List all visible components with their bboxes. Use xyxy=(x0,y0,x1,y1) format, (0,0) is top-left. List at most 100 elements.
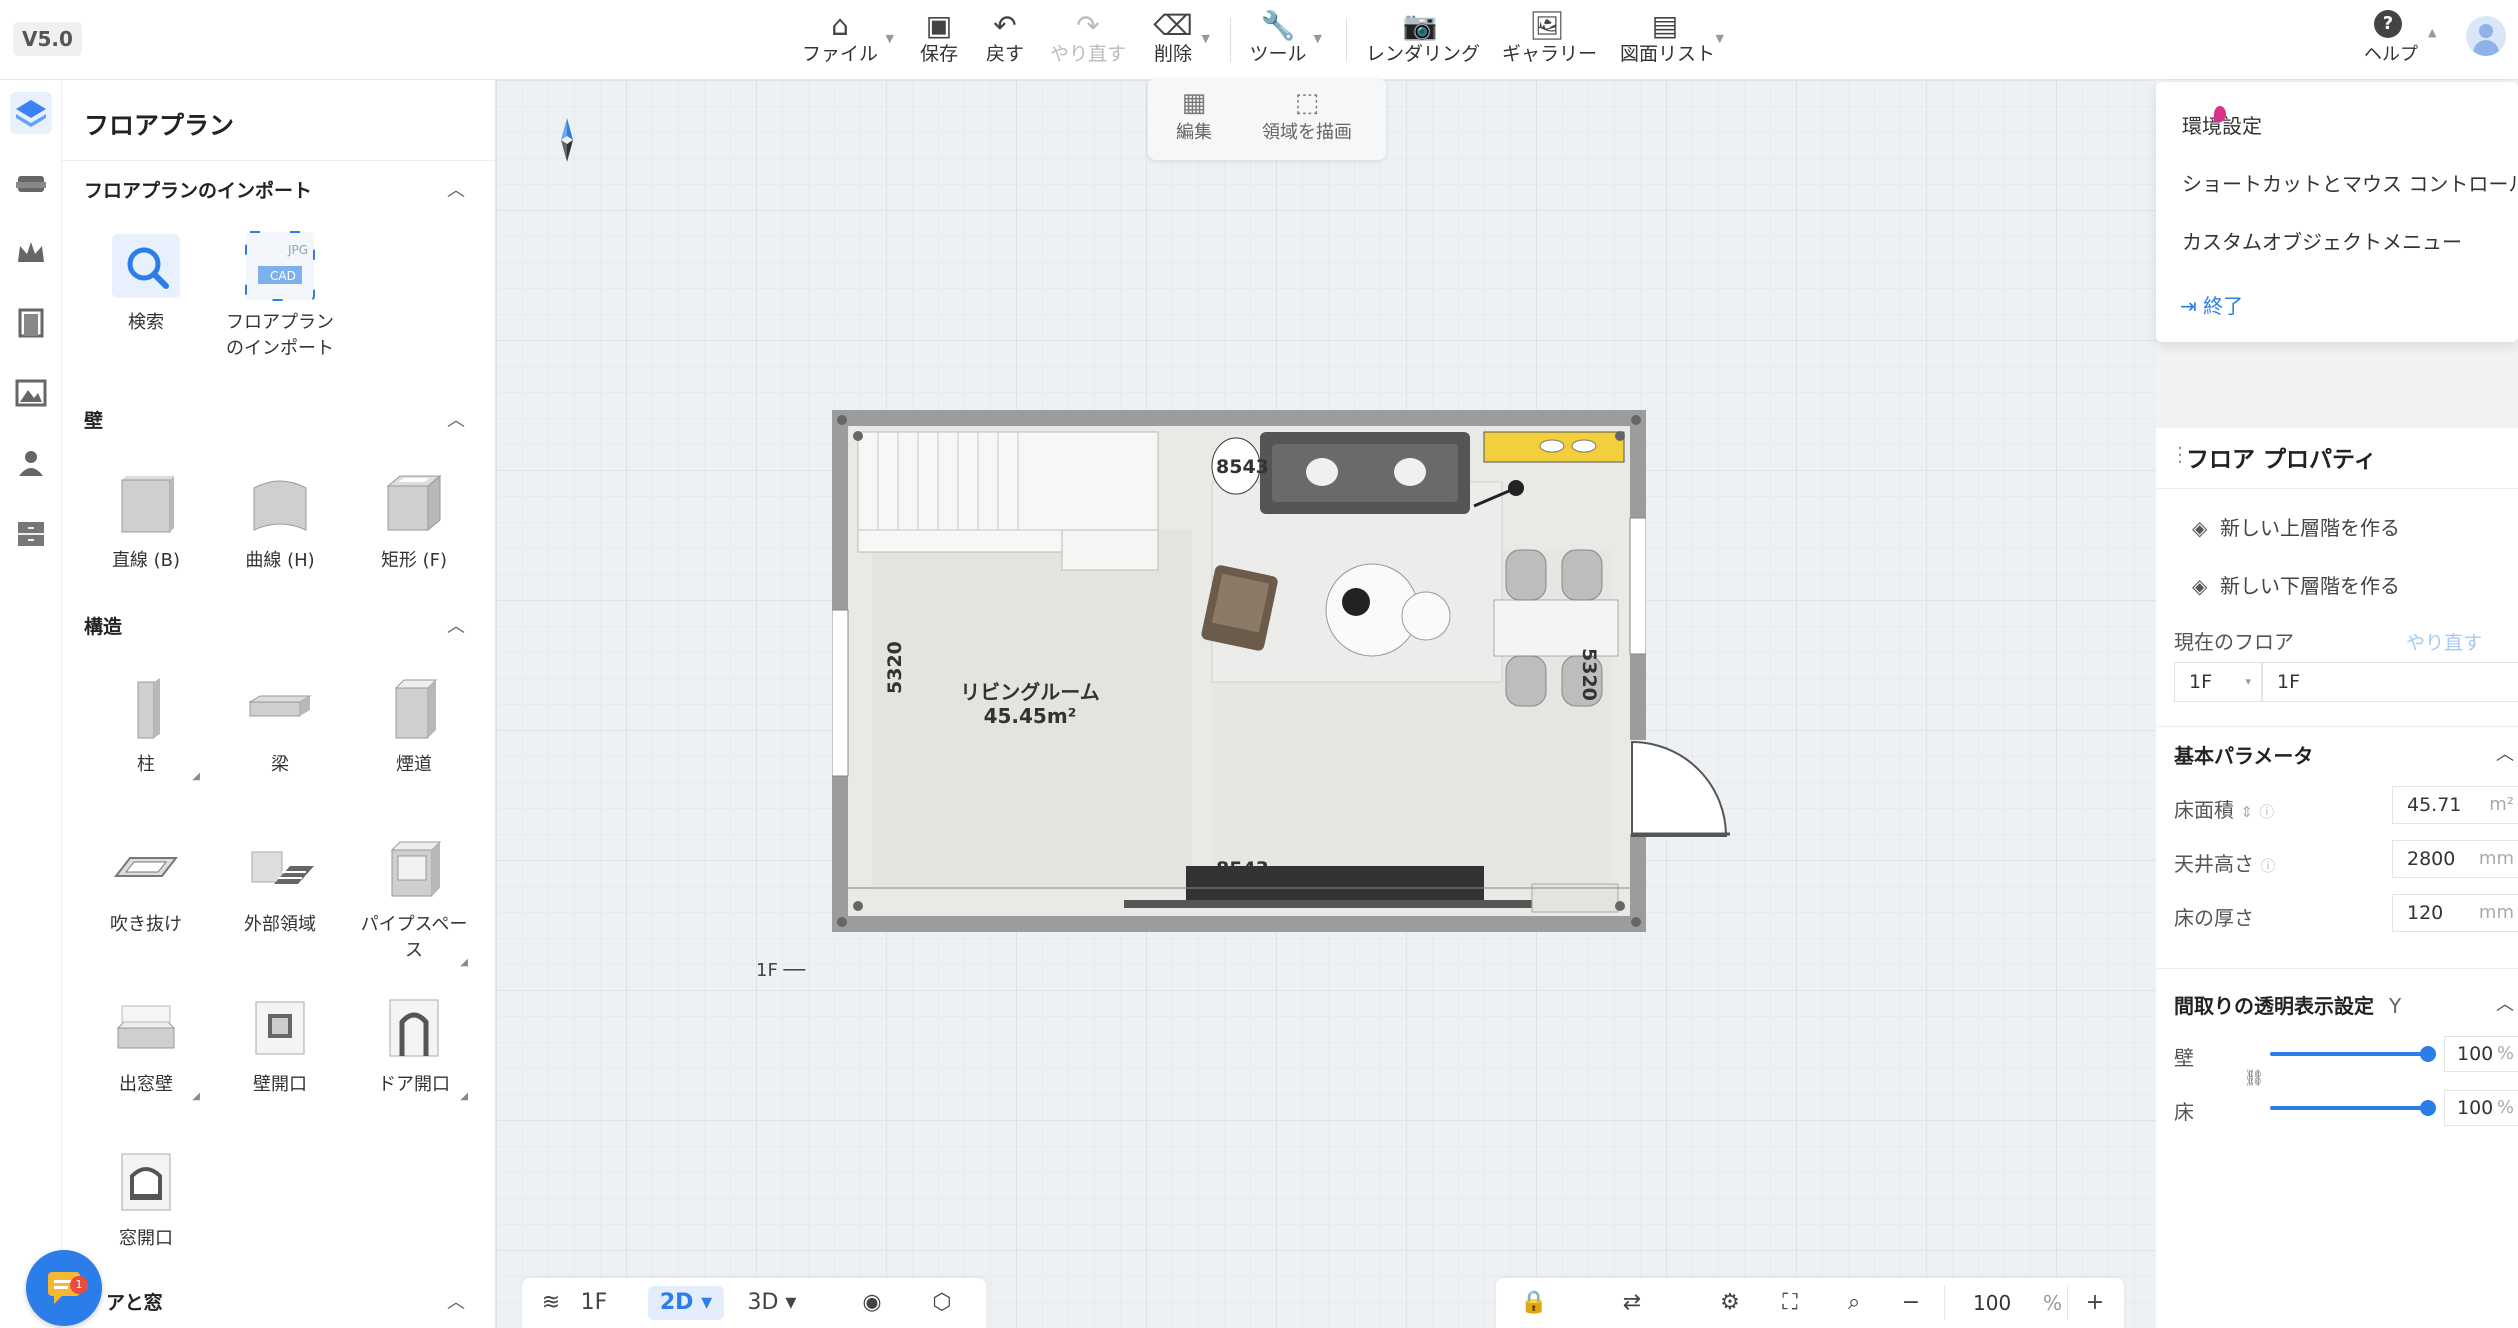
save-icon: ▣ xyxy=(925,9,953,42)
floor-name-field[interactable]: 1F xyxy=(2262,662,2518,702)
pipe-space-tool[interactable]: パイプスペー ス ◢ xyxy=(354,832,474,968)
door-swing[interactable] xyxy=(1630,738,1730,838)
window-opening-tool[interactable]: 窓開口 xyxy=(86,1146,206,1252)
delete-button[interactable]: ⌫ 削除 ▼ xyxy=(1150,10,1210,70)
chevron-up-icon[interactable]: ︿ xyxy=(2496,990,2514,1016)
view-3d-button[interactable]: 3D ▾ xyxy=(734,1286,810,1320)
chevron-up-icon[interactable]: ︿ xyxy=(447,176,465,202)
zoom-in-button[interactable]: + xyxy=(2080,1286,2110,1320)
tools-menu-button[interactable]: 🔧 ツール ▼ xyxy=(1248,10,1322,70)
rail-landscape-icon[interactable] xyxy=(10,372,52,414)
help-icon[interactable]: ? xyxy=(2374,10,2402,38)
rail-cabinet-icon[interactable] xyxy=(10,512,52,554)
rail-person-icon[interactable] xyxy=(10,442,52,484)
wall-opening-tool[interactable]: 壁開口 xyxy=(220,992,340,1098)
floor-selector[interactable]: 1F xyxy=(572,1286,616,1320)
floor-area-field[interactable]: 45.71 m² xyxy=(2392,786,2518,824)
chat-button[interactable] xyxy=(26,1250,102,1326)
chevron-up-icon[interactable]: ︿ xyxy=(447,1288,465,1314)
redo-button[interactable]: ↷ やり直す xyxy=(1050,10,1126,70)
view-controls: ≋ 1F 2D ▾ 3D ▾ ◉ ⬡ xyxy=(522,1278,986,1328)
cube-icon[interactable]: ⬡ xyxy=(922,1286,962,1320)
door-opening-icon xyxy=(378,992,450,1064)
flue-tool[interactable]: 煙道 xyxy=(354,672,474,778)
floor-transparency-slider[interactable] xyxy=(2270,1100,2436,1116)
slider-knob[interactable] xyxy=(2420,1100,2436,1116)
import-floorplan-tool[interactable]: JPG CAD フロアプラン のインポート xyxy=(220,230,340,362)
menu-item-shortcuts[interactable]: ショートカットとマウス コントロール xyxy=(2182,168,2518,197)
help-menu-button[interactable]: ヘルプ xyxy=(2364,40,2418,66)
door-opening-tool[interactable]: ドア開口 ◢ xyxy=(354,992,474,1102)
section-import[interactable]: フロアプランのインポート xyxy=(84,176,312,203)
search-icon xyxy=(110,230,182,302)
link-icon[interactable]: ⛓ xyxy=(2244,1068,2264,1087)
void-tool[interactable]: 吹き抜け xyxy=(86,832,206,938)
wall-transparency-slider[interactable] xyxy=(2270,1046,2436,1062)
zoom-out-button[interactable]: − xyxy=(1896,1286,1926,1320)
zoom-input[interactable]: 100 % xyxy=(1944,1286,2068,1320)
wall-transparency-value[interactable]: 100% xyxy=(2444,1036,2518,1072)
floor-transparency-value[interactable]: 100% xyxy=(2444,1090,2518,1126)
view-2d-button[interactable]: 2D ▾ xyxy=(648,1286,724,1320)
file-menu-button[interactable]: ⌂ ファイル ▼ xyxy=(800,10,894,70)
section-structure[interactable]: 構造 xyxy=(84,612,122,639)
rendering-button[interactable]: 📷 レンダリング xyxy=(1366,10,1480,70)
redo-link[interactable]: やり直す xyxy=(2406,628,2482,655)
save-button[interactable]: ▣ 保存 xyxy=(914,10,964,70)
panel-title: フロアプラン xyxy=(84,111,235,140)
rect-wall-tool[interactable]: 矩形 (F) xyxy=(354,468,474,574)
section-wall[interactable]: 壁 xyxy=(84,406,103,433)
section-doors-windows[interactable]: アと窓 xyxy=(106,1288,163,1315)
straight-wall-tool[interactable]: 直線 (B) xyxy=(86,468,206,574)
column-tool[interactable]: 柱 ◢ xyxy=(86,672,206,782)
new-upper-floor-button[interactable]: ◈ 新しい上層階を作る xyxy=(2192,512,2400,541)
rail-floorplan-icon[interactable] xyxy=(10,92,52,134)
curved-wall-tool[interactable]: 曲線 (H) xyxy=(220,468,340,574)
ceiling-height-field[interactable]: 2800 mm xyxy=(2392,840,2518,878)
image-icon: 🖼 xyxy=(1529,9,1565,42)
divider xyxy=(2156,488,2518,489)
beam-tool[interactable]: 梁 xyxy=(220,672,340,778)
zoom-area-icon[interactable]: ⌕ xyxy=(1836,1286,1872,1320)
undo-button[interactable]: ↶ 戻す xyxy=(980,10,1030,70)
chevron-up-icon[interactable]: ︿ xyxy=(2496,740,2514,766)
chevron-down-icon: ▼ xyxy=(1715,32,1724,45)
new-lower-floor-button[interactable]: ◈ 新しい下層階を作る xyxy=(2192,570,2400,599)
exterior-area-tool[interactable]: 外部領域 xyxy=(220,832,340,938)
chevron-down-icon: ▼ xyxy=(1201,32,1210,45)
search-tool[interactable]: 検索 xyxy=(86,230,206,336)
rail-furniture-icon[interactable] xyxy=(10,162,52,204)
rail-door-icon[interactable] xyxy=(10,302,52,344)
compass-icon[interactable] xyxy=(560,118,574,162)
menu-item-custom-object[interactable]: カスタムオブジェクトメニュー xyxy=(2182,226,2462,255)
gallery-button[interactable]: 🖼 ギャラリー xyxy=(1502,9,1597,70)
curved-wall-icon xyxy=(244,468,316,540)
slider-knob[interactable] xyxy=(2420,1046,2436,1062)
chevron-up-icon[interactable]: ︿ xyxy=(447,612,465,638)
drawing-list-button[interactable]: ▤ 図面リスト ▼ xyxy=(1620,10,1724,70)
rail-crown-icon[interactable] xyxy=(10,232,52,274)
lock-icon[interactable]: 🔒 xyxy=(1516,1286,1552,1320)
transparency-heading[interactable]: 間取りの透明表示設定 Y xyxy=(2174,990,2401,1019)
dimension-bottom: 8543 xyxy=(1216,858,1269,880)
toggle-icon[interactable]: ⇄ xyxy=(1614,1286,1650,1320)
floor-thickness-field[interactable]: 120 mm xyxy=(2392,894,2518,932)
floor-plan[interactable] xyxy=(831,410,1647,932)
eye-icon[interactable]: ◉ xyxy=(852,1286,892,1320)
divider xyxy=(2156,726,2518,727)
chevron-up-icon[interactable]: ︿ xyxy=(447,406,465,432)
draw-area-button[interactable]: ⬚ 領域を描画 xyxy=(1252,88,1362,144)
view-settings-icon[interactable]: ⚙ xyxy=(1710,1286,1750,1320)
bay-window-tool[interactable]: 出窓壁 ◢ xyxy=(86,992,206,1102)
category-rail xyxy=(0,80,62,1328)
menu-item-exit[interactable]: ⇥ 終了 xyxy=(2180,290,2243,319)
floor-select[interactable]: 1F ▾ xyxy=(2174,662,2262,702)
zoom-controls: 🔒 ⇄ ⚙ ⛶ ⌕ − 100 % + xyxy=(1496,1278,2124,1328)
edit-button[interactable]: ▦ 編集 xyxy=(1166,88,1222,144)
current-floor-label: 現在のフロア xyxy=(2174,630,2294,654)
room-name-label[interactable]: リビングルーム xyxy=(960,680,1100,704)
basic-params-heading[interactable]: 基本パラメータ xyxy=(2174,740,2313,769)
layers-icon[interactable]: ≋ xyxy=(534,1286,568,1320)
avatar[interactable] xyxy=(2466,16,2506,56)
fit-view-icon[interactable]: ⛶ xyxy=(1772,1286,1808,1320)
